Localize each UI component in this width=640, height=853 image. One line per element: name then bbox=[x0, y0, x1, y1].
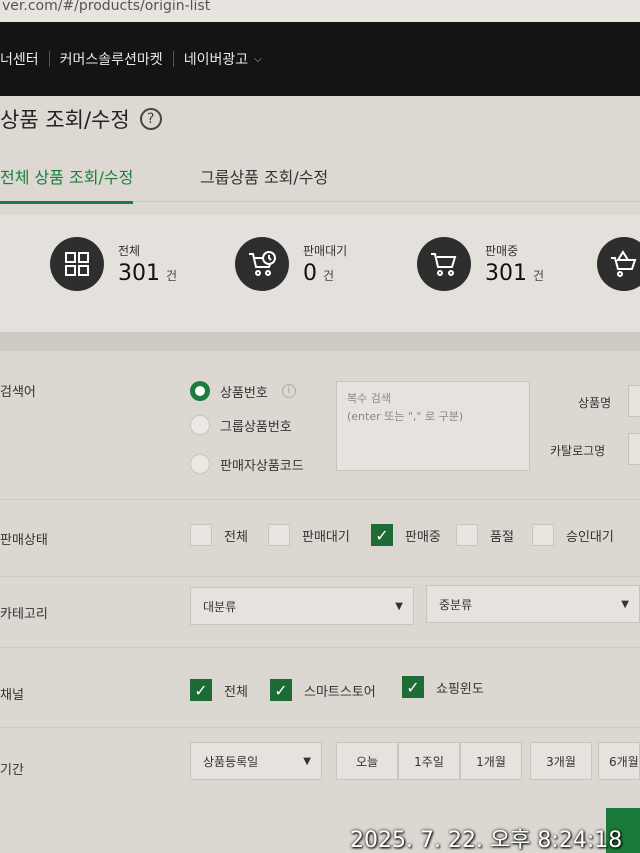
nav-item-naver-ads[interactable]: 네이버광고 ⌵ bbox=[174, 49, 272, 69]
checkbox-label: 판매대기 bbox=[302, 529, 350, 545]
tab-all-products[interactable]: 전체 상품 조회/수정 bbox=[0, 164, 134, 204]
checkmark-icon: ✓ bbox=[402, 676, 424, 698]
catalog-name-input[interactable] bbox=[628, 433, 640, 465]
photo-timestamp: 2025. 7. 22. 오후 8:24:18 bbox=[350, 828, 623, 853]
checkbox-icon bbox=[268, 524, 290, 546]
radio-label: 그룹상품번호 bbox=[220, 419, 292, 435]
stat-label: 판매대기 bbox=[303, 244, 348, 258]
checkbox-icon bbox=[532, 524, 554, 546]
checkbox-channel-shopping-window[interactable]: ✓ 쇼핑윈도 bbox=[402, 676, 484, 698]
page-title: 상품 조회/수정 ? bbox=[0, 104, 162, 134]
page-title-text: 상품 조회/수정 bbox=[0, 108, 130, 132]
radio-selected-icon bbox=[190, 381, 210, 401]
caret-down-icon: ▼ bbox=[621, 598, 629, 610]
radio-seller-product-code[interactable]: 판매자상품코드 bbox=[190, 454, 304, 474]
cart-icon bbox=[417, 237, 471, 291]
checkbox-channel-smartstore[interactable]: ✓ 스마트스토어 bbox=[270, 679, 376, 701]
period-button-1week[interactable]: 1주일 bbox=[398, 742, 460, 780]
cart-alert-icon bbox=[597, 237, 640, 291]
radio-group-product-number[interactable]: 그룹상품번호 bbox=[190, 415, 292, 435]
period-button-today[interactable]: 오늘 bbox=[336, 742, 398, 780]
stat-on-sale[interactable]: 판매중 301 건 bbox=[417, 237, 544, 291]
stat-pending[interactable]: 판매대기 0건 bbox=[235, 237, 347, 291]
checkbox-channel-all[interactable]: ✓ 전체 bbox=[190, 679, 248, 701]
checkbox-label: 전체 bbox=[224, 529, 248, 545]
period-button-6months[interactable]: 6개월 bbox=[598, 742, 640, 780]
radio-label: 상품번호 bbox=[220, 385, 268, 401]
radio-unselected-icon bbox=[190, 454, 210, 474]
sale-status-label: 판매상태 bbox=[0, 533, 48, 548]
period-button-3months[interactable]: 3개월 bbox=[530, 742, 592, 780]
checkmark-icon: ✓ bbox=[270, 679, 292, 701]
stat-value: 0 bbox=[303, 261, 317, 286]
row-divider bbox=[0, 576, 640, 577]
row-divider bbox=[0, 647, 640, 648]
select-value: 상품등록일 bbox=[203, 754, 259, 769]
category-label: 카테고리 bbox=[0, 607, 48, 622]
caret-down-icon: ▼ bbox=[395, 600, 403, 612]
stat-label: 전체 bbox=[118, 244, 141, 258]
checkbox-status-all[interactable]: 전체 bbox=[190, 524, 248, 546]
checkbox-label: 전체 bbox=[224, 684, 248, 700]
product-name-input[interactable] bbox=[628, 385, 640, 417]
url-bar[interactable]: ver.com/#/products/origin-list bbox=[0, 0, 640, 22]
checkbox-status-approval[interactable]: 승인대기 bbox=[532, 524, 614, 546]
help-icon[interactable]: ? bbox=[139, 108, 162, 130]
stat-label: 판매중 bbox=[485, 244, 519, 258]
checkbox-label: 승인대기 bbox=[566, 529, 614, 545]
checkbox-status-sold-out[interactable]: 품절 bbox=[456, 524, 514, 546]
catalog-name-label: 카탈로그명 bbox=[550, 444, 606, 458]
stat-unit: 건 bbox=[323, 269, 335, 283]
period-type-select[interactable]: 상품등록일 ▼ bbox=[190, 742, 322, 780]
checkbox-label: 판매중 bbox=[405, 529, 441, 545]
tab-bar: 전체 상품 조회/수정 그룹상품 조회/수정 bbox=[0, 150, 640, 204]
nav-item-naver-ads-label: 네이버광고 bbox=[183, 52, 249, 68]
chevron-down-icon: ⌵ bbox=[254, 53, 262, 65]
tab-group-products[interactable]: 그룹상품 조회/수정 bbox=[200, 164, 328, 188]
multi-search-input[interactable]: 복수 검색 (enter 또는 "," 로 구분) bbox=[336, 381, 530, 471]
top-navigation: 너센터 커머스솔루션마켓 네이버광고 ⌵ bbox=[0, 22, 640, 96]
nav-item-commerce-market[interactable]: 커머스솔루션마켓 bbox=[50, 49, 173, 69]
grid-icon bbox=[50, 237, 104, 291]
category-middle-select[interactable]: 중분류 ▼ bbox=[426, 585, 640, 623]
placeholder-line: 복수 검색 bbox=[347, 392, 391, 405]
checkbox-icon bbox=[190, 524, 212, 546]
product-name-label: 상품명 bbox=[578, 396, 612, 410]
nav-item-partner-center[interactable]: 너센터 bbox=[0, 49, 49, 69]
checkbox-status-on-sale[interactable]: ✓ 판매중 bbox=[371, 524, 441, 546]
caret-down-icon: ▼ bbox=[303, 755, 311, 767]
checkmark-icon: ✓ bbox=[371, 524, 393, 546]
checkmark-icon: ✓ bbox=[190, 679, 212, 701]
radio-label: 판매자상품코드 bbox=[220, 458, 304, 474]
summary-panel: 전체 301 건 판매대기 0건 판매중 301 건 bbox=[0, 215, 640, 333]
stat-all[interactable]: 전체 301 건 bbox=[50, 237, 177, 291]
section-divider bbox=[0, 333, 640, 351]
row-divider bbox=[0, 727, 640, 728]
stat-value: 301 bbox=[485, 261, 527, 286]
checkbox-label: 품절 bbox=[490, 529, 514, 545]
radio-product-number[interactable]: 상품번호 i bbox=[190, 381, 296, 401]
placeholder-line: (enter 또는 "," 로 구분) bbox=[347, 410, 464, 423]
period-button-1month[interactable]: 1개월 bbox=[460, 742, 522, 780]
checkbox-label: 쇼핑윈도 bbox=[436, 681, 484, 697]
row-divider bbox=[0, 499, 640, 500]
period-label: 기간 bbox=[0, 763, 24, 778]
radio-unselected-icon bbox=[190, 415, 210, 435]
search-keyword-label: 검색어 bbox=[0, 385, 36, 400]
select-value: 중분류 bbox=[439, 597, 473, 612]
stat-unit: 건 bbox=[533, 269, 545, 283]
checkbox-label: 스마트스토어 bbox=[304, 684, 376, 700]
info-icon[interactable]: i bbox=[281, 384, 296, 398]
select-value: 대분류 bbox=[203, 599, 237, 614]
cart-clock-icon bbox=[235, 237, 289, 291]
checkbox-icon bbox=[456, 524, 478, 546]
url-text: ver.com/#/products/origin-list bbox=[2, 0, 211, 14]
stat-value: 301 bbox=[118, 261, 160, 286]
category-major-select[interactable]: 대분류 ▼ bbox=[190, 587, 414, 625]
search-form: 검색어 상품번호 i 그룹상품번호 판매자상품코드 복수 검색 (enter 또는… bbox=[0, 351, 640, 853]
checkbox-status-pending[interactable]: 판매대기 bbox=[268, 524, 350, 546]
channel-label: 채널 bbox=[0, 688, 24, 703]
stat-unit: 건 bbox=[166, 269, 178, 283]
stat-partial[interactable] bbox=[597, 237, 640, 291]
